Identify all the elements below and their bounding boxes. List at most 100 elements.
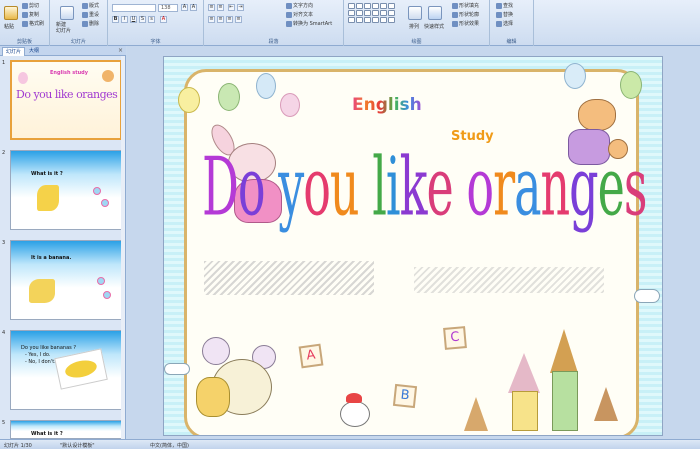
text-direction-button[interactable]: 文字方向 — [286, 2, 313, 9]
title-glyph: s — [623, 139, 648, 234]
shape-outline-button[interactable]: 形状轮廓 — [452, 11, 479, 18]
rooster-illustration — [340, 401, 370, 427]
slide-canvas[interactable]: English Study Do you like oranges ? A B … — [163, 56, 663, 436]
english-text: English — [352, 95, 422, 115]
reset-button[interactable]: 重设 — [82, 11, 99, 18]
strikethrough-button[interactable]: S — [139, 16, 146, 23]
castle-roof — [594, 387, 618, 421]
decrease-indent-button[interactable]: ⇤ — [228, 4, 235, 11]
outline-icon — [452, 11, 458, 18]
tab-slides[interactable]: 幻灯片 — [2, 47, 26, 56]
title-glyph: o — [303, 139, 331, 234]
cloud-illustration — [634, 289, 660, 303]
title-glyph — [265, 139, 279, 234]
castle-roof — [550, 329, 578, 373]
font-size-combo[interactable]: 138 — [158, 4, 178, 12]
numbering-button[interactable]: ≡ — [217, 4, 224, 11]
shape-effects-button[interactable]: 形状效果 — [452, 20, 479, 27]
close-icon[interactable]: × — [118, 47, 123, 54]
shape-fill-button[interactable]: 形状填充 — [452, 2, 479, 9]
title-glyph: g — [569, 139, 598, 234]
shape-fill-label: 形状填充 — [459, 3, 480, 9]
title-glyph: a — [514, 139, 541, 234]
arrange-button[interactable]: 排列 — [409, 23, 419, 30]
cut-button[interactable]: 剪切 — [22, 2, 39, 9]
bubble-icon — [101, 199, 109, 207]
language-indicator[interactable]: 中文(简体，中国) — [150, 442, 189, 449]
new-slide-icon[interactable] — [60, 6, 74, 20]
bunny-illustration — [18, 72, 28, 84]
copy-button[interactable]: 复制 — [22, 11, 39, 18]
clipboard-group: 粘贴 剪切 复制 格式刷 剪贴板 — [0, 0, 50, 46]
thumb-text: - No, I don't. — [25, 359, 56, 365]
balloon-illustration — [218, 83, 240, 111]
bold-button[interactable]: B — [112, 16, 119, 23]
title-glyph: i — [385, 139, 401, 234]
reset-icon — [82, 11, 88, 18]
quick-styles-icon[interactable] — [428, 6, 442, 20]
thumb-text: Do you like bananas ? — [21, 345, 76, 351]
cloud-illustration — [164, 363, 190, 375]
balloon-illustration — [564, 63, 586, 89]
delete-button[interactable]: 删除 — [82, 20, 99, 27]
slide-thumbnail[interactable]: Do you like bananas ? - Yes, I do. - No,… — [10, 330, 122, 410]
slides-pane: 幻灯片 大纲 × 1 English study Do you like ora… — [0, 46, 126, 439]
paste-button[interactable]: 粘贴 — [4, 23, 14, 30]
select-icon — [496, 20, 502, 27]
thumb-label: English study — [50, 70, 89, 76]
status-bar: 幻灯片 1/30 "默认设计模板" 中文(简体，中国) — [0, 439, 700, 449]
ribbon: 粘贴 剪切 复制 格式刷 剪贴板 新建 幻灯片 版式 重设 删除 幻灯片 138… — [0, 0, 700, 46]
italic-button[interactable]: I — [121, 16, 128, 23]
slide-thumbnail[interactable]: What is it ? — [10, 420, 122, 439]
align-left-button[interactable]: ≡ — [208, 16, 215, 23]
format-painter-button[interactable]: 格式刷 — [22, 20, 44, 27]
title-glyph: u — [329, 139, 360, 234]
select-button[interactable]: 选择 — [496, 20, 513, 27]
new-slide-button[interactable]: 新建 幻灯片 — [56, 22, 71, 34]
paragraph-group: ≡ ≡ ⇤ ⇥ ≡ ≡ ≡ ≡ 文字方向 对齐文本 转换为 SmartArt 段… — [204, 0, 344, 46]
pane-scrollbar[interactable] — [121, 56, 125, 439]
pane-tabs: 幻灯片 大纲 × — [0, 46, 126, 56]
bullets-button[interactable]: ≡ — [208, 4, 215, 11]
font-name-combo[interactable] — [112, 4, 156, 12]
quick-styles-button[interactable]: 快速样式 — [424, 23, 444, 30]
slide-title[interactable]: Do you like oranges ? — [202, 139, 662, 234]
balloon-illustration — [256, 73, 276, 99]
align-center-button[interactable]: ≡ — [217, 16, 224, 23]
grow-font-button[interactable]: A — [181, 4, 188, 11]
cut-label: 剪切 — [29, 3, 40, 9]
smartart-button[interactable]: 转换为 SmartArt — [286, 20, 332, 27]
theme-name: "默认设计模板" — [60, 443, 95, 449]
slide-thumbnail[interactable]: English study Do you like oranges ? — [10, 60, 122, 140]
find-button[interactable]: 查找 — [496, 2, 513, 9]
arrange-icon[interactable] — [408, 6, 422, 20]
bubble-icon — [93, 187, 101, 195]
scribble-shadow — [414, 267, 604, 293]
justify-button[interactable]: ≡ — [235, 16, 242, 23]
banana-illustration — [37, 185, 59, 211]
clipboard-group-label: 剪贴板 — [16, 39, 32, 45]
shape-gallery[interactable] — [348, 3, 395, 23]
font-color-button[interactable]: A — [160, 16, 167, 23]
title-glyph: D — [202, 139, 239, 234]
title-glyph — [453, 139, 467, 234]
tab-outline[interactable]: 大纲 — [26, 47, 42, 56]
english-heading: English — [352, 95, 422, 115]
align-right-button[interactable]: ≡ — [226, 16, 233, 23]
increase-indent-button[interactable]: ⇥ — [237, 4, 244, 11]
layout-button[interactable]: 版式 — [82, 2, 99, 9]
copy-label: 复制 — [29, 12, 40, 18]
paste-icon[interactable] — [4, 6, 18, 20]
replace-button[interactable]: 替换 — [496, 11, 513, 18]
scribble-shadow — [204, 261, 374, 295]
thumb-text: What is it ? — [31, 431, 63, 437]
shrink-font-button[interactable]: A — [190, 4, 197, 11]
mouse-arm — [196, 377, 230, 417]
slide-thumbnail[interactable]: It is a banana. — [10, 240, 122, 320]
shadow-button[interactable]: s — [148, 16, 155, 23]
shape-effects-label: 形状效果 — [459, 21, 480, 27]
underline-button[interactable]: U — [130, 16, 137, 23]
slide-thumbnail[interactable]: What is it ? — [10, 150, 122, 230]
bubble-icon — [97, 277, 105, 285]
align-text-button[interactable]: 对齐文本 — [286, 11, 313, 18]
